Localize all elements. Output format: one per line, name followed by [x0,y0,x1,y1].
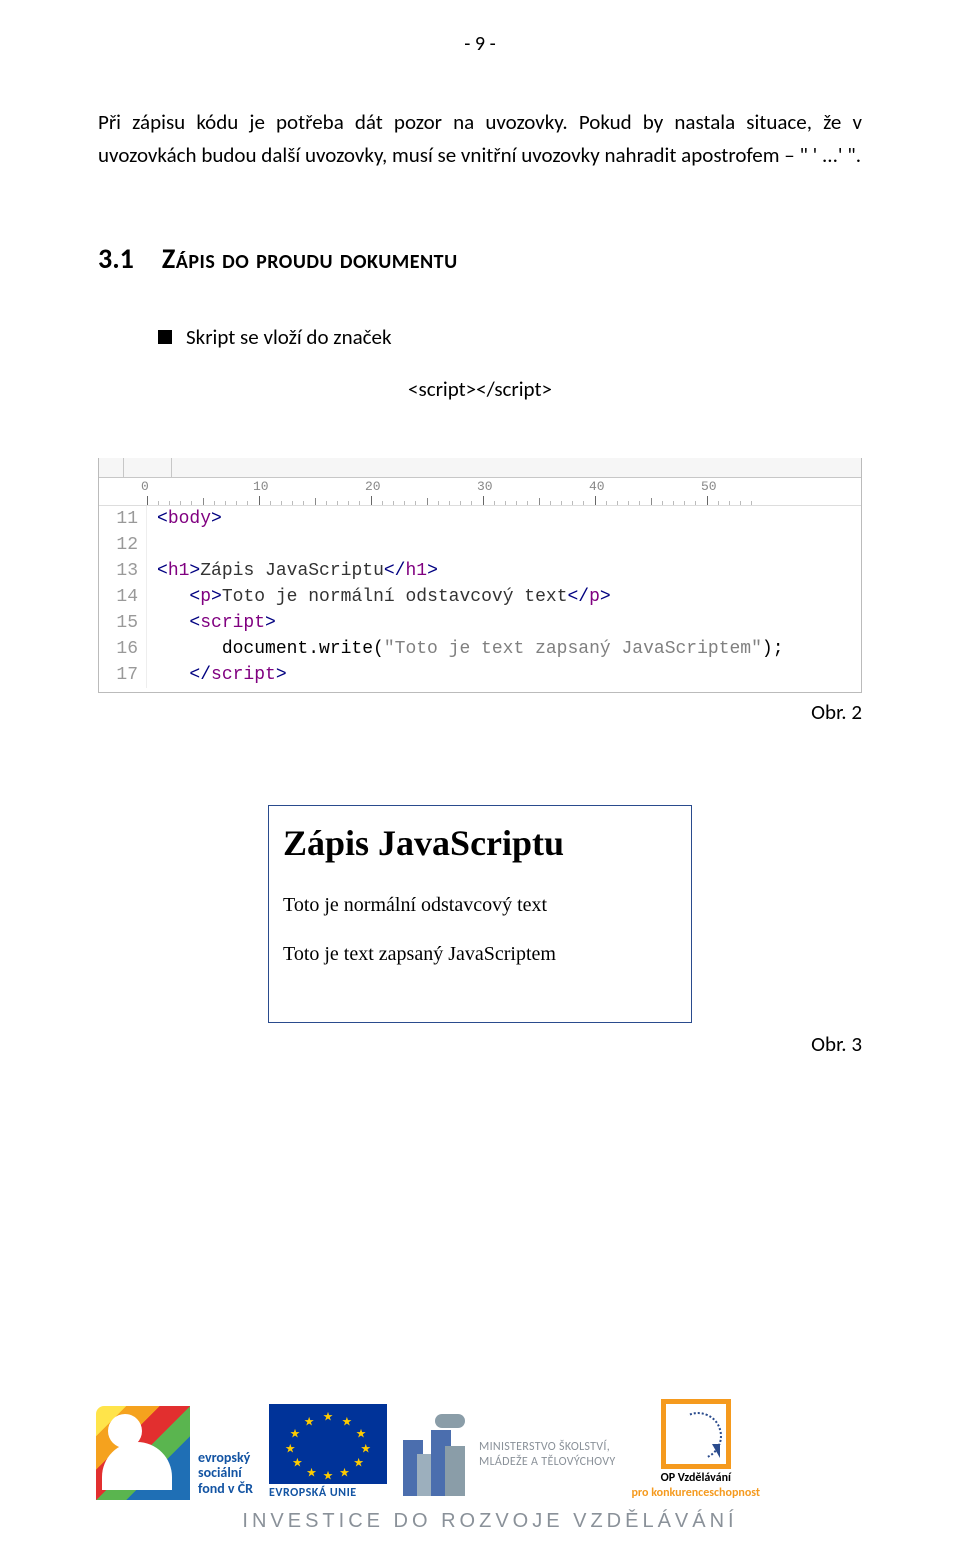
section-heading: 3.1 Zápis do proudu dokumentu [98,241,862,276]
eu-flag-icon: ★ ★ ★ ★ ★ ★ ★ ★ ★ ★ ★ ★ [269,1404,387,1484]
footer-tagline: INVESTICE DO ROZVOJE VZDĚLÁVÁNÍ [96,1510,884,1533]
bullet-text: Skript se vloží do značek [186,324,392,350]
opvk-logo-icon [661,1399,731,1469]
opvk-text: OP Vzdělávání pro konkurenceschopnost [631,1471,760,1500]
output-paragraph-1: Toto je normální odstavcový text [283,894,677,917]
msmt-text: MINISTERSTVO ŠKOLSTVÍ, MLÁDEŽE A TĚLOVÝC… [479,1440,615,1470]
msmt-logo-icon [403,1414,469,1496]
page-number: - 9 - [98,0,862,106]
section-title: Zápis do proudu dokumentu [162,241,458,276]
bullet-item: Skript se vloží do značek [158,324,862,350]
figure-2-caption: Obr. 2 [98,699,862,725]
editor-tab-bar [99,458,861,478]
browser-output-figure: Zápis JavaScriptu Toto je normální odsta… [268,805,692,1023]
eu-logo: ★ ★ ★ ★ ★ ★ ★ ★ ★ ★ ★ ★ EVROPSKÁ UNIE [269,1404,387,1500]
output-paragraph-2: Toto je text zapsaný JavaScriptem [283,943,677,966]
eu-text: EVROPSKÁ UNIE [269,1486,387,1500]
msmt-logo: MINISTERSTVO ŠKOLSTVÍ, MLÁDEŽE A TĚLOVÝC… [403,1414,615,1500]
editor-code: <body> <h1>Zápis JavaScriptu</h1> <p>Tot… [147,506,784,688]
esf-logo-icon [96,1406,190,1500]
footer-logos: evropský sociální fond v ČR ★ ★ ★ ★ ★ ★ … [96,1399,884,1533]
intro-paragraph: Při zápisu kódu je potřeba dát pozor na … [98,106,862,171]
opvk-logo: OP Vzdělávání pro konkurenceschopnost [631,1399,760,1500]
esf-text: evropský sociální fond v ČR [198,1450,253,1500]
editor-gutter: 11 12 13 14 15 16 17 [99,506,147,688]
figure-3-caption: Obr. 3 [98,1031,862,1057]
code-editor-figure: 0 10 20 30 40 50 11 12 13 14 15 16 17 < [98,458,862,693]
editor-ruler: 0 10 20 30 40 50 [99,478,861,506]
output-heading: Zápis JavaScriptu [283,822,677,864]
square-bullet-icon [158,330,172,344]
section-number: 3.1 [98,241,134,276]
inline-code-snippet: <script></script> [98,376,862,402]
